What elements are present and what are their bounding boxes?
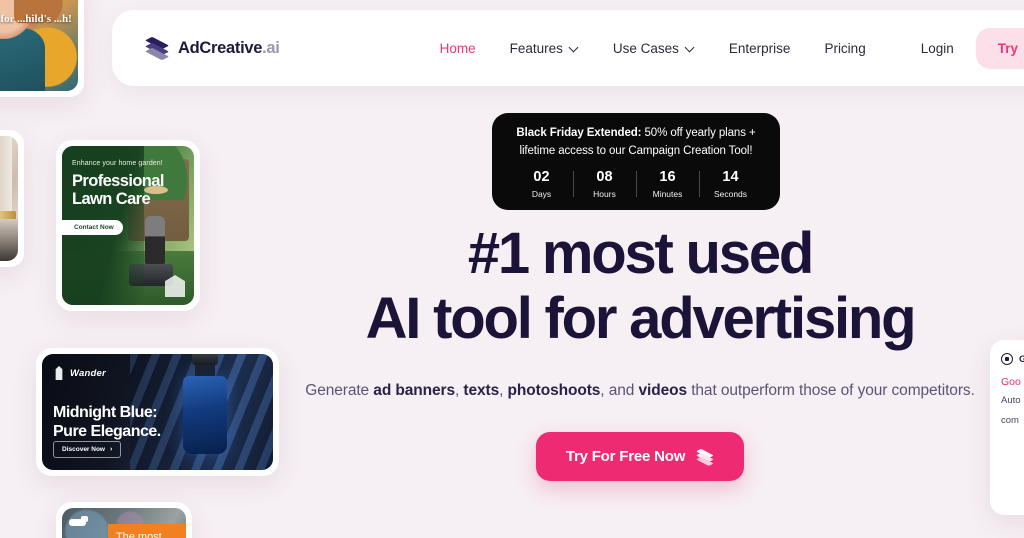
- hero-sub-p5: that outperform those of your competitor…: [686, 381, 975, 399]
- brand-name-text: AdCreative: [178, 38, 263, 57]
- countdown-days: 02 Days: [511, 168, 573, 199]
- login-link[interactable]: Login: [921, 41, 954, 56]
- nav-link-home[interactable]: Home: [440, 41, 476, 56]
- perfume-title: Midnight Blue: Pure Elegance.: [53, 404, 161, 441]
- dog-brand-logo-icon: [69, 516, 89, 532]
- hero-heading-line1: #1 most used: [467, 221, 814, 286]
- countdown-hours-value: 08: [596, 168, 613, 185]
- right-panel-line-1: Auto: [1001, 395, 1021, 406]
- dog-headline: The most fun toys for: [116, 531, 178, 538]
- perfume-bottle: [183, 376, 227, 454]
- ad-card-dog-toys-image: The most fun toys for: [62, 508, 186, 538]
- countdown-days-value: 02: [533, 168, 550, 185]
- hero-sub-p4: , and: [600, 381, 639, 399]
- countdown-minutes-label: Minutes: [652, 188, 683, 199]
- countdown-minutes-value: 16: [659, 168, 676, 185]
- nav-link-home-label: Home: [439, 40, 476, 56]
- promo-headline-bold: Black Friday Extended:: [516, 127, 642, 139]
- countdown-minutes: 16 Minutes: [637, 168, 699, 199]
- perfume-bottle-cap: [192, 354, 218, 365]
- promo-headline: Black Friday Extended: 50% off yearly pl…: [506, 125, 766, 161]
- hero-heading-line2: AI tool for advertising: [365, 285, 917, 351]
- right-panel-title: Goo: [1001, 376, 1021, 388]
- lawn-title: Professional Lawn Care: [72, 172, 164, 209]
- perfume-title-line1: Midnight Blue:: [53, 404, 158, 421]
- lawn-title-line1: Professional: [72, 172, 164, 190]
- try-for-free-button[interactable]: Try For Free Now: [535, 432, 745, 482]
- marble-floor: [0, 218, 18, 261]
- hero-sub-p1: Generate: [305, 381, 374, 399]
- hero-sub-b3: photoshoots: [507, 381, 601, 399]
- try-for-free-label: Try For Free Now: [565, 448, 686, 466]
- lawn-title-line2: Lawn Care: [72, 190, 151, 209]
- dog-text-panel: The most fun toys for: [107, 524, 186, 538]
- countdown-seconds-label: Seconds: [713, 188, 748, 199]
- countdown-timer: 02 Days 08 Hours 16 Minutes 14 Seconds: [506, 168, 766, 199]
- hero-sub-b2: texts: [463, 381, 500, 399]
- nav-link-features[interactable]: Features: [510, 41, 579, 56]
- chevron-down-icon: [686, 44, 695, 53]
- ad-card-montessori-image: ...re ...essori for ...hild's ...h!: [0, 0, 78, 91]
- right-panel-header: G: [1001, 353, 1024, 365]
- ad-card-lawn-care-image: Enhance your home garden! Professional L…: [62, 146, 194, 305]
- brand-suffix: .ai: [262, 38, 280, 57]
- nav-try-button[interactable]: Try: [975, 27, 1024, 69]
- right-panel-line-2: com: [1001, 415, 1019, 427]
- wander-crown-icon: [55, 366, 63, 380]
- brand-name: AdCreative.ai: [178, 39, 280, 58]
- ad-card-lawn-care[interactable]: Enhance your home garden! Professional L…: [56, 140, 200, 311]
- brand-logo[interactable]: AdCreative.ai: [144, 36, 280, 61]
- nav-links: Home Features Use Cases Enterprise Prici…: [440, 41, 866, 56]
- nav-link-features-label: Features: [509, 40, 563, 56]
- nav-link-enterprise[interactable]: Enterprise: [729, 41, 791, 56]
- chevron-down-icon: [570, 44, 579, 53]
- navbar: AdCreative.ai Home Features Use Cases En…: [112, 10, 1024, 86]
- nav-link-pricing-label: Pricing: [824, 40, 866, 56]
- perfume-brand-name: Wander: [70, 367, 106, 379]
- camera-icon: [1001, 353, 1013, 365]
- dog-headline-line1: The most: [115, 531, 162, 538]
- hero-sub-b1: ad banners: [373, 381, 455, 399]
- ad-card-marble[interactable]: [0, 130, 24, 267]
- nav-link-pricing[interactable]: Pricing: [824, 41, 865, 56]
- countdown-days-label: Days: [531, 188, 552, 199]
- hero-sub-b4: videos: [638, 381, 687, 399]
- countdown-hours: 08 Hours: [574, 168, 636, 199]
- ad-card-marble-image: [0, 136, 18, 261]
- nav-right-actions: Login Try: [921, 27, 1024, 69]
- countdown-hours-label: Hours: [593, 188, 616, 199]
- right-panel-header-label: G: [1019, 353, 1024, 365]
- ad-card-perfume[interactable]: Wander Midnight Blue: Pure Elegance. Dis…: [36, 348, 279, 476]
- lawn-person: [144, 215, 165, 264]
- black-friday-banner: Black Friday Extended: 50% off yearly pl…: [492, 113, 780, 210]
- landing-page: ...re ...essori for ...hild's ...h! Enha…: [0, 0, 1024, 538]
- perfume-brand: Wander: [53, 366, 106, 380]
- hero-section: #1 most used AI tool for advertising Gen…: [280, 221, 1000, 482]
- ad-card-montessori[interactable]: ...re ...essori for ...hild's ...h!: [0, 0, 84, 97]
- cube-icon: [696, 448, 714, 466]
- hero-subtitle: Generate ad banners, texts, photoshoots,…: [280, 378, 1000, 404]
- nav-link-use-cases[interactable]: Use Cases: [613, 41, 695, 56]
- chevron-right-icon: ›: [110, 446, 113, 453]
- stacked-cube-icon: [144, 36, 170, 61]
- hero-cta-wrapper: Try For Free Now: [280, 432, 1000, 482]
- montessori-headline: ...re ...essori for ...hild's ...h!: [0, 13, 72, 25]
- lawn-contact-now-button[interactable]: Contact Now: [62, 220, 123, 235]
- nav-link-enterprise-label: Enterprise: [728, 40, 791, 56]
- countdown-seconds-value: 14: [722, 168, 739, 185]
- page-title: #1 most used AI tool for advertising: [280, 221, 1000, 352]
- perfume-discover-now-button[interactable]: Discover Now ›: [53, 441, 122, 458]
- perfume-title-line2: Pure Elegance.: [53, 422, 161, 440]
- perfume-button-label: Discover Now: [62, 446, 105, 453]
- hero-sub-p3: ,: [499, 381, 508, 399]
- ad-card-perfume-image: Wander Midnight Blue: Pure Elegance. Dis…: [42, 354, 273, 470]
- lawn-eyebrow-text: Enhance your home garden!: [72, 160, 163, 167]
- nav-link-use-cases-label: Use Cases: [612, 40, 679, 56]
- countdown-seconds: 14 Seconds: [700, 168, 762, 199]
- ad-card-dog-toys[interactable]: The most fun toys for: [56, 502, 192, 538]
